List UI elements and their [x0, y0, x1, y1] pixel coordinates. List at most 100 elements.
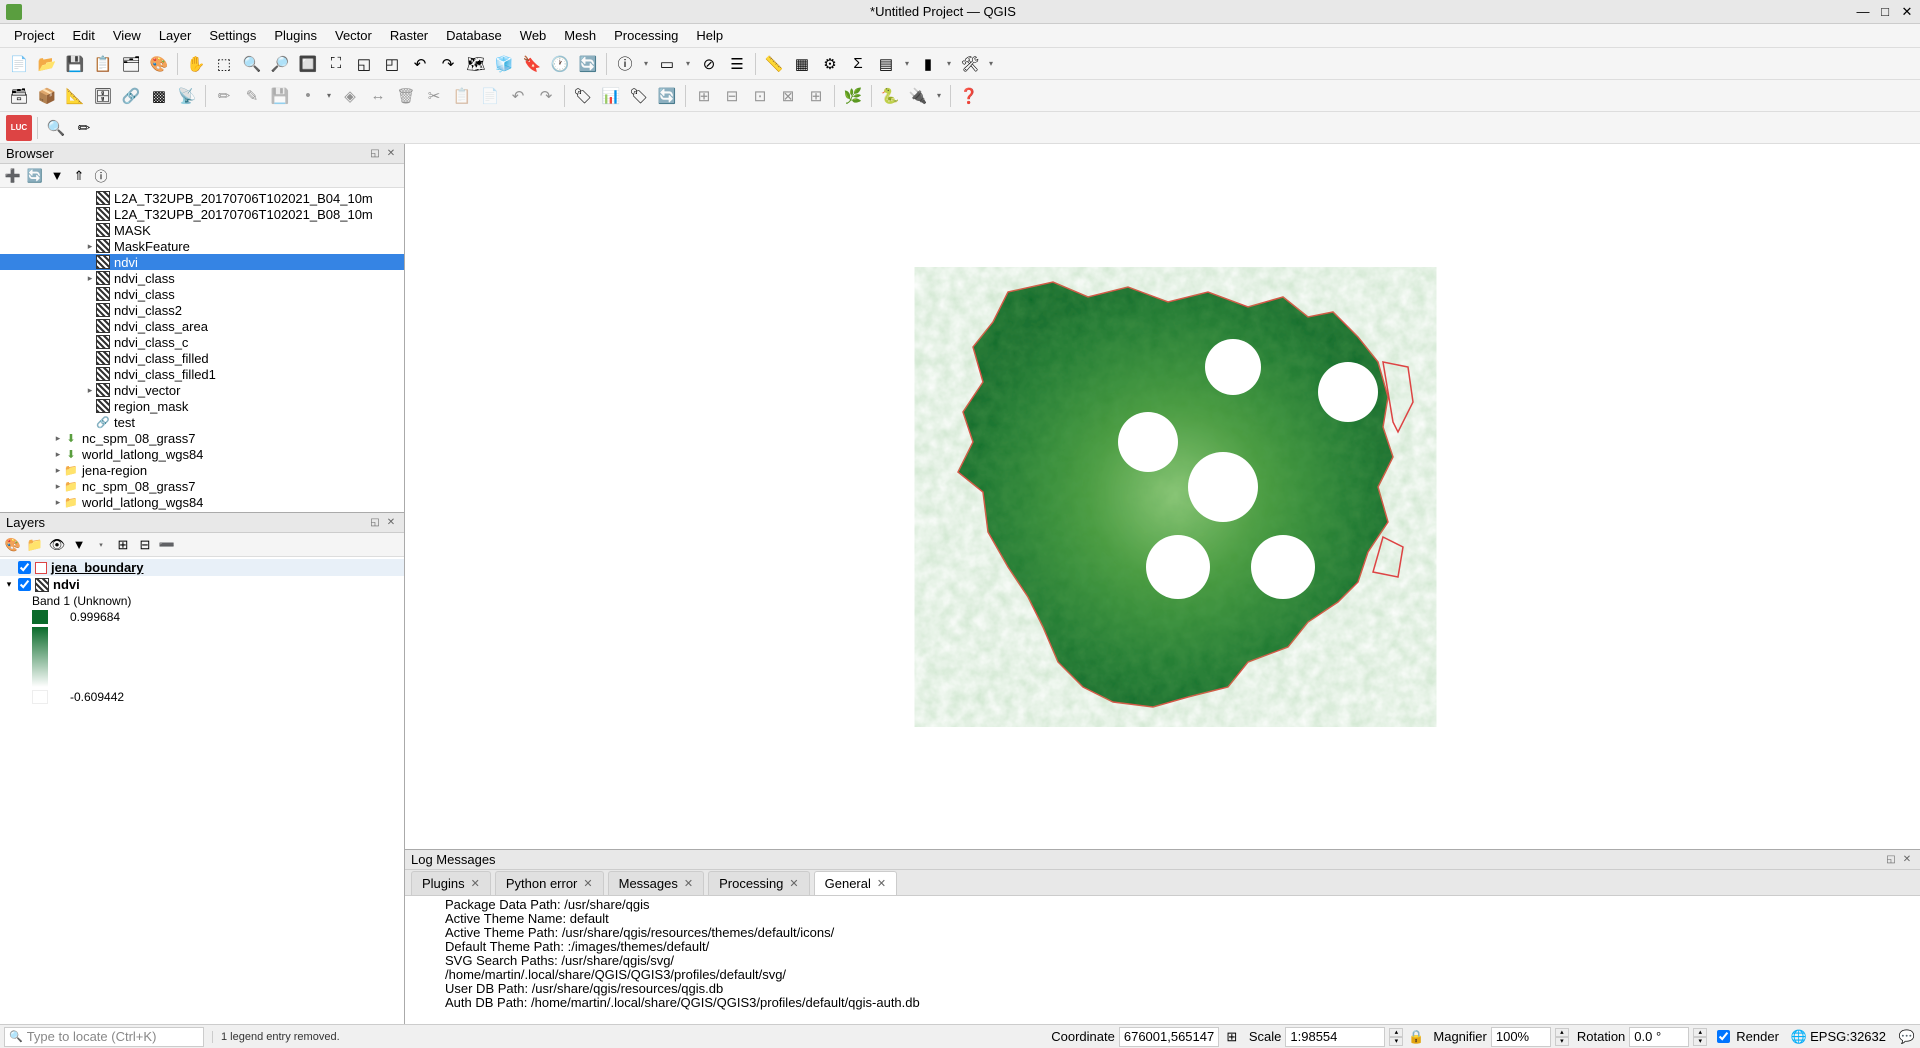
menu-raster[interactable]: Raster	[382, 26, 436, 45]
browser-item[interactable]: ndvi_class	[0, 286, 404, 302]
browser-item[interactable]: ndvi_class_filled	[0, 350, 404, 366]
maximize-icon[interactable]: □	[1878, 5, 1892, 19]
browser-item[interactable]: L2A_T32UPB_20170706T102021_B08_10m	[0, 206, 404, 222]
temporal-icon[interactable]: 🕐	[547, 51, 573, 77]
dropdown-icon[interactable]: ▾	[985, 59, 997, 68]
new-3d-view-icon[interactable]: 🧊	[491, 51, 517, 77]
spin-down-icon[interactable]: ▾	[1693, 1037, 1707, 1046]
copy-icon[interactable]: 📋	[449, 83, 475, 109]
new-layout-icon[interactable]: 📋	[90, 51, 116, 77]
zoom-in-icon[interactable]: 🔍	[239, 51, 265, 77]
extents-icon[interactable]: ⊞	[1223, 1028, 1241, 1046]
chevron-right-icon[interactable]: ▸	[84, 273, 96, 284]
crs-button[interactable]: 🌐 EPSG:32632	[1787, 1029, 1890, 1045]
browser-item[interactable]: region_mask	[0, 398, 404, 414]
toggle-edit-icon[interactable]: ✎	[239, 83, 265, 109]
style-icon[interactable]: 🎨	[4, 536, 22, 554]
rotation-input[interactable]	[1629, 1027, 1689, 1047]
dropdown-icon[interactable]: ▾	[323, 91, 335, 100]
close-panel-icon[interactable]: ✕	[384, 516, 398, 530]
data-source-icon[interactable]: 🗃	[6, 83, 32, 109]
log-tab-processing[interactable]: Processing✕	[708, 871, 810, 895]
spin-up-icon[interactable]: ▴	[1693, 1028, 1707, 1037]
minimize-icon[interactable]: —	[1856, 5, 1870, 19]
vertex-tool-icon[interactable]: ◈	[337, 83, 363, 109]
move-feature-icon[interactable]: ↔	[365, 83, 391, 109]
log-tab-plugins[interactable]: Plugins✕	[411, 871, 491, 895]
browser-item[interactable]: ▸⬇world_latlong_wgs84	[0, 446, 404, 462]
undo-icon[interactable]: ↶	[505, 83, 531, 109]
diagram-icon[interactable]: 📊	[598, 83, 624, 109]
maptips-icon[interactable]: ▤	[873, 51, 899, 77]
current-edits-icon[interactable]: ✏	[211, 83, 237, 109]
undock-icon[interactable]: ◱	[1884, 853, 1898, 867]
dropdown-icon[interactable]: ▾	[901, 59, 913, 68]
zoom-out-icon[interactable]: 🔎	[267, 51, 293, 77]
browser-item[interactable]: ndvi	[0, 254, 404, 270]
coordinate-input[interactable]	[1119, 1027, 1219, 1047]
menu-web[interactable]: Web	[512, 26, 555, 45]
attr-table-icon[interactable]: ▦	[789, 51, 815, 77]
new-project-icon[interactable]: 📄	[6, 51, 32, 77]
log-tab-messages[interactable]: Messages✕	[608, 871, 704, 895]
scale-input[interactable]	[1285, 1027, 1385, 1047]
layout-manager-icon[interactable]: 🗂	[118, 51, 144, 77]
delete-selected-icon[interactable]: 🗑	[393, 83, 419, 109]
redo-icon[interactable]: ↷	[533, 83, 559, 109]
locator-input[interactable]: 🔍 Type to locate (Ctrl+K)	[4, 1027, 204, 1047]
menu-plugins[interactable]: Plugins	[266, 26, 325, 45]
close-tab-icon[interactable]: ✕	[471, 877, 480, 890]
messages-icon[interactable]: 💬	[1898, 1028, 1916, 1046]
search-plugin-icon[interactable]: 🔍	[43, 115, 69, 141]
snap-self-icon[interactable]: ⊞	[803, 83, 829, 109]
measure-icon[interactable]: 📏	[761, 51, 787, 77]
layer-checkbox[interactable]	[18, 561, 31, 574]
layer-ndvi[interactable]: ▾ ndvi	[0, 576, 404, 593]
menu-project[interactable]: Project	[6, 26, 62, 45]
edit-plugin-icon[interactable]: ✏	[71, 115, 97, 141]
remove-layer-icon[interactable]: ➖	[158, 536, 176, 554]
label-move-icon[interactable]: 🏷	[626, 83, 652, 109]
browser-item[interactable]: ndvi_class_c	[0, 334, 404, 350]
close-tab-icon[interactable]: ✕	[583, 877, 592, 890]
grass-tools-icon[interactable]: 🌿	[840, 83, 866, 109]
chevron-right-icon[interactable]: ▸	[84, 241, 96, 252]
save-project-icon[interactable]: 💾	[62, 51, 88, 77]
close-panel-icon[interactable]: ✕	[1900, 853, 1914, 867]
render-checkbox[interactable]	[1717, 1030, 1730, 1043]
map-canvas[interactable]	[405, 144, 1920, 849]
dropdown-icon[interactable]: ▾	[92, 536, 110, 554]
close-tab-icon[interactable]: ✕	[877, 877, 886, 890]
log-tab-python-error[interactable]: Python error✕	[495, 871, 604, 895]
browser-item[interactable]: ndvi_class_filled1	[0, 366, 404, 382]
add-group-icon[interactable]: 📁	[26, 536, 44, 554]
snap-opt-icon[interactable]: ⊞	[691, 83, 717, 109]
browser-item[interactable]: ndvi_class_area	[0, 318, 404, 334]
dropdown-icon[interactable]: ▾	[640, 59, 652, 68]
lucas-plugin-icon[interactable]: LUC	[6, 115, 32, 141]
annotation-icon[interactable]: ▮	[915, 51, 941, 77]
log-content[interactable]: Package Data Path: /usr/share/qgisActive…	[405, 896, 1920, 1024]
browser-item[interactable]: MASK	[0, 222, 404, 238]
close-panel-icon[interactable]: ✕	[384, 147, 398, 161]
stats-icon[interactable]: Σ	[845, 51, 871, 77]
expand-all-icon[interactable]: ⊞	[114, 536, 132, 554]
browser-item[interactable]: ▸ndvi_class	[0, 270, 404, 286]
new-shapefile-icon[interactable]: 📐	[62, 83, 88, 109]
refresh-browser-icon[interactable]: 🔄	[26, 167, 44, 185]
chevron-right-icon[interactable]: ▸	[52, 465, 64, 476]
new-geopackage-icon[interactable]: 📦	[34, 83, 60, 109]
new-map-view-icon[interactable]: 🗺	[463, 51, 489, 77]
add-feature-icon[interactable]: •	[295, 83, 321, 109]
browser-item[interactable]: ▸📁world_latlong_wgs84	[0, 494, 404, 510]
spin-up-icon[interactable]: ▴	[1555, 1028, 1569, 1037]
select-value-icon[interactable]: ☰	[724, 51, 750, 77]
zoom-layer-icon[interactable]: ◰	[379, 51, 405, 77]
lock-icon[interactable]: 🔒	[1407, 1028, 1425, 1046]
spin-down-icon[interactable]: ▾	[1555, 1037, 1569, 1046]
chevron-right-icon[interactable]: ▸	[52, 497, 64, 508]
python-icon[interactable]: 🐍	[877, 83, 903, 109]
open-project-icon[interactable]: 📂	[34, 51, 60, 77]
browser-item[interactable]: ▸📁jena-region	[0, 462, 404, 478]
chevron-right-icon[interactable]: ▸	[52, 449, 64, 460]
